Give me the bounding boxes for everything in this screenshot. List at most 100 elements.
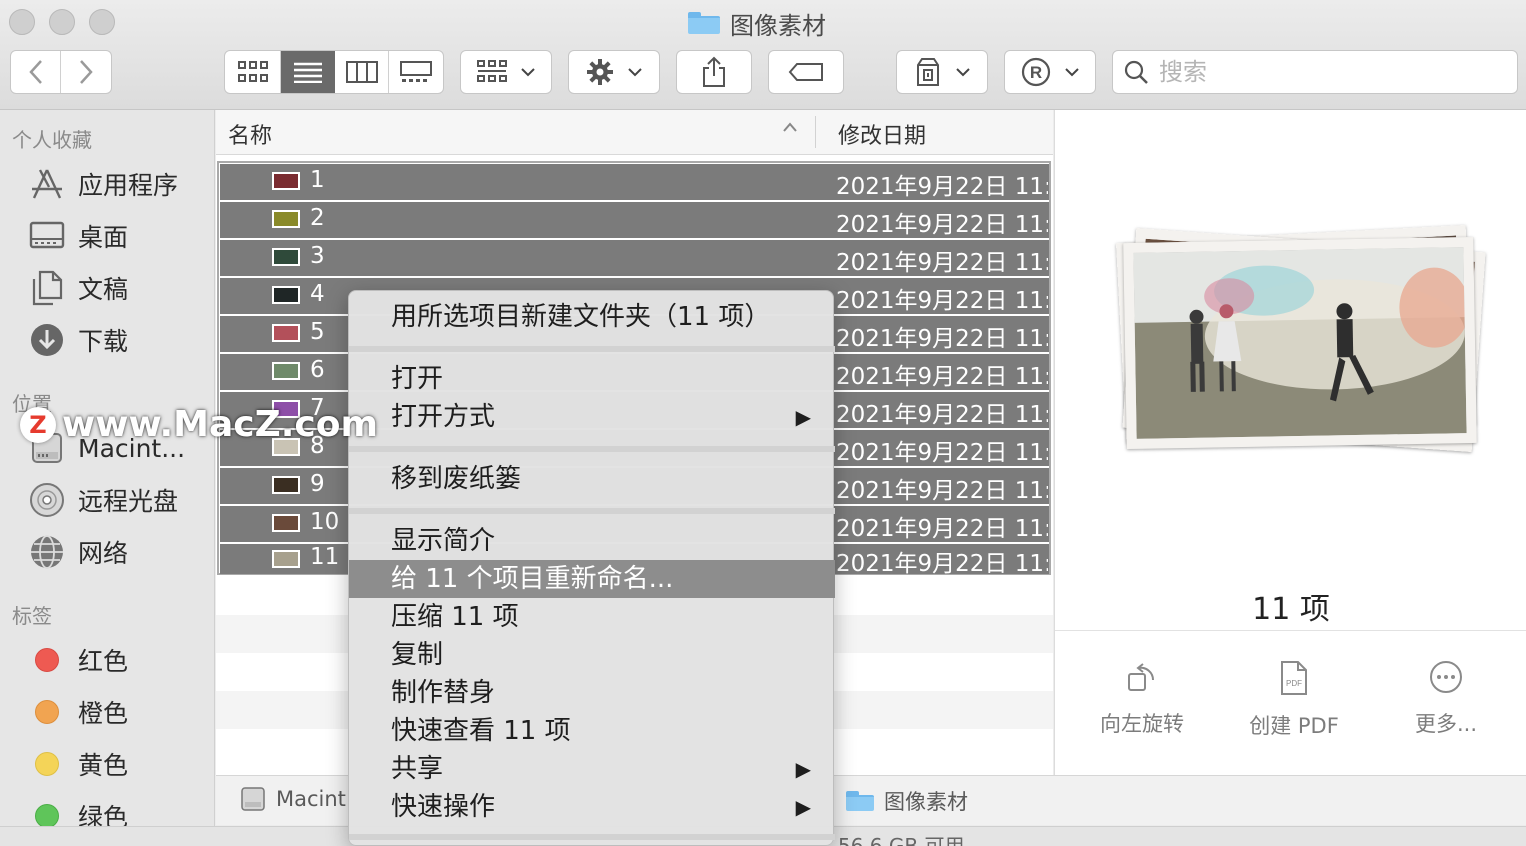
file-date: 2021年9月22日 11:2 xyxy=(836,174,1048,200)
action-menu-button[interactable] xyxy=(568,50,660,94)
yellow-tag-icon xyxy=(35,752,59,776)
gallery-view-button[interactable] xyxy=(389,51,443,93)
file-name: 1 xyxy=(310,167,325,193)
group-grid-icon xyxy=(477,60,507,82)
grid-icon xyxy=(237,61,268,82)
file-date: 2021年9月22日 11:2 xyxy=(836,212,1048,238)
window-title: 图像素材 xyxy=(688,6,826,40)
sidebar-item-remote-disc[interactable]: 远程光盘 xyxy=(28,480,178,520)
close-window-button[interactable] xyxy=(9,9,35,35)
chevron-down-icon xyxy=(1065,68,1079,77)
column-header-name[interactable]: 名称 xyxy=(228,118,272,150)
list-header: 名称 修改日期 xyxy=(216,110,1053,155)
documents-icon xyxy=(28,269,66,307)
photo-preview-image xyxy=(1123,236,1477,450)
column-view-button[interactable] xyxy=(335,51,389,93)
share-icon xyxy=(703,56,725,87)
icon-view-button[interactable] xyxy=(225,51,281,93)
menu-item-quick-actions[interactable]: 快速操作 ▶ xyxy=(349,788,835,826)
downloads-icon xyxy=(28,321,66,359)
menu-item-share[interactable]: 共享 ▶ xyxy=(349,750,835,788)
menu-separator xyxy=(349,346,835,352)
menu-item-rename-items[interactable]: 给 11 个项目重新命名... xyxy=(349,560,835,598)
menu-item-label: 打开 xyxy=(391,364,444,394)
more-button[interactable]: 更多... xyxy=(1381,660,1511,738)
file-name: 4 xyxy=(310,281,325,307)
back-button[interactable] xyxy=(11,51,61,93)
menu-item-move-to-trash[interactable]: 移到废纸篓 xyxy=(349,460,835,498)
search-input[interactable] xyxy=(1159,58,1499,86)
menu-item-open-with[interactable]: 打开方式 ▶ xyxy=(349,398,835,436)
menu-item-label: 给 11 个项目重新命名... xyxy=(391,564,674,594)
sidebar-item-downloads[interactable]: 下载 xyxy=(28,320,128,360)
share-button[interactable] xyxy=(676,50,752,94)
folder-icon xyxy=(846,791,874,811)
group-by-button[interactable] xyxy=(460,50,552,94)
sidebar-item-applications[interactable]: 应用程序 xyxy=(28,164,178,204)
tag-button[interactable] xyxy=(768,50,844,94)
image-thumbnail-icon xyxy=(272,362,300,380)
search-field[interactable] xyxy=(1112,50,1518,94)
sidebar-item-label: 黄色 xyxy=(78,751,129,780)
sort-ascending-icon xyxy=(783,122,797,132)
path-item-folder[interactable]: 图像素材 xyxy=(846,786,968,816)
sidebar-tag-orange[interactable]: 橙色 xyxy=(28,692,128,732)
menu-item-label: 压缩 11 项 xyxy=(391,602,519,632)
sidebar-tag-yellow[interactable]: 黄色 xyxy=(28,744,128,784)
file-name: 3 xyxy=(310,243,325,269)
sidebar-tag-red[interactable]: 红色 xyxy=(28,640,128,680)
column-header-date[interactable]: 修改日期 xyxy=(838,118,926,150)
menu-separator xyxy=(349,446,835,452)
minimize-window-button[interactable] xyxy=(49,9,75,35)
list-view-button[interactable] xyxy=(281,51,335,93)
toolbar: 图像素材 R 搜索 xyxy=(0,0,1526,110)
chevron-left-icon xyxy=(28,60,42,84)
menu-item-label: 快速操作 xyxy=(391,792,496,822)
zoom-window-button[interactable] xyxy=(89,9,115,35)
folder-icon xyxy=(688,12,720,34)
file-row[interactable]: 1 2021年9月22日 11:2 xyxy=(220,164,1049,200)
menu-item-duplicate[interactable]: 复制 xyxy=(349,636,835,674)
hard-drive-icon xyxy=(241,787,265,811)
list-icon xyxy=(294,62,322,83)
menu-item-open[interactable]: 打开 xyxy=(349,360,835,398)
sidebar-item-network[interactable]: 网络 xyxy=(28,532,128,572)
sidebar-item-documents[interactable]: 文稿 xyxy=(28,268,128,308)
photo-smoke-scene xyxy=(1133,247,1470,439)
nav-buttons xyxy=(10,50,112,94)
sidebar-item-label: 网络 xyxy=(78,539,129,568)
green-tag-icon xyxy=(35,804,59,828)
tag-dot-wrap xyxy=(28,641,66,679)
chevron-down-icon xyxy=(628,68,642,77)
applications-icon xyxy=(28,165,66,203)
archive-extension-button[interactable] xyxy=(896,50,988,94)
orange-tag-icon xyxy=(35,700,59,724)
file-row[interactable]: 3 2021年9月22日 11:2 xyxy=(220,240,1049,276)
menu-item-label: 快速查看 11 项 xyxy=(391,716,571,746)
network-icon xyxy=(28,533,66,571)
submenu-arrow-icon: ▶ xyxy=(795,405,811,429)
rotate-left-button[interactable]: 向左旋转 xyxy=(1077,660,1207,738)
submenu-arrow-icon: ▶ xyxy=(795,757,811,781)
sidebar-item-desktop[interactable]: 桌面 xyxy=(28,216,128,256)
forward-button[interactable] xyxy=(61,51,111,93)
menu-item-compress[interactable]: 压缩 11 项 xyxy=(349,598,835,636)
rotate-left-icon xyxy=(1128,663,1155,691)
menu-item-new-folder-with-selection[interactable]: 用所选项目新建文件夹（11 项） xyxy=(349,298,835,336)
menu-item-quick-look[interactable]: 快速查看 11 项 xyxy=(349,712,835,750)
menu-separator xyxy=(349,834,835,840)
sidebar-item-label: 桌面 xyxy=(78,223,129,252)
menu-item-label: 移到废纸篓 xyxy=(391,464,522,494)
sidebar: 个人收藏 应用程序 桌面 文稿 下载 位置 Macint... 远程光盘 网络 … xyxy=(0,110,215,832)
image-stack-preview xyxy=(1111,224,1486,458)
image-thumbnail-icon xyxy=(272,550,300,568)
file-row[interactable]: 2 2021年9月22日 11:2 xyxy=(220,202,1049,238)
search-icon xyxy=(1124,60,1148,84)
create-pdf-button[interactable]: PDF 创建 PDF xyxy=(1229,660,1359,740)
menu-item-make-alias[interactable]: 制作替身 xyxy=(349,674,835,712)
path-item-drive[interactable]: Macint xyxy=(240,786,346,812)
menu-item-get-info[interactable]: 显示简介 xyxy=(349,522,835,560)
menu-separator xyxy=(349,508,835,514)
column-divider[interactable] xyxy=(815,116,816,148)
extension-button[interactable]: R xyxy=(1004,50,1096,94)
